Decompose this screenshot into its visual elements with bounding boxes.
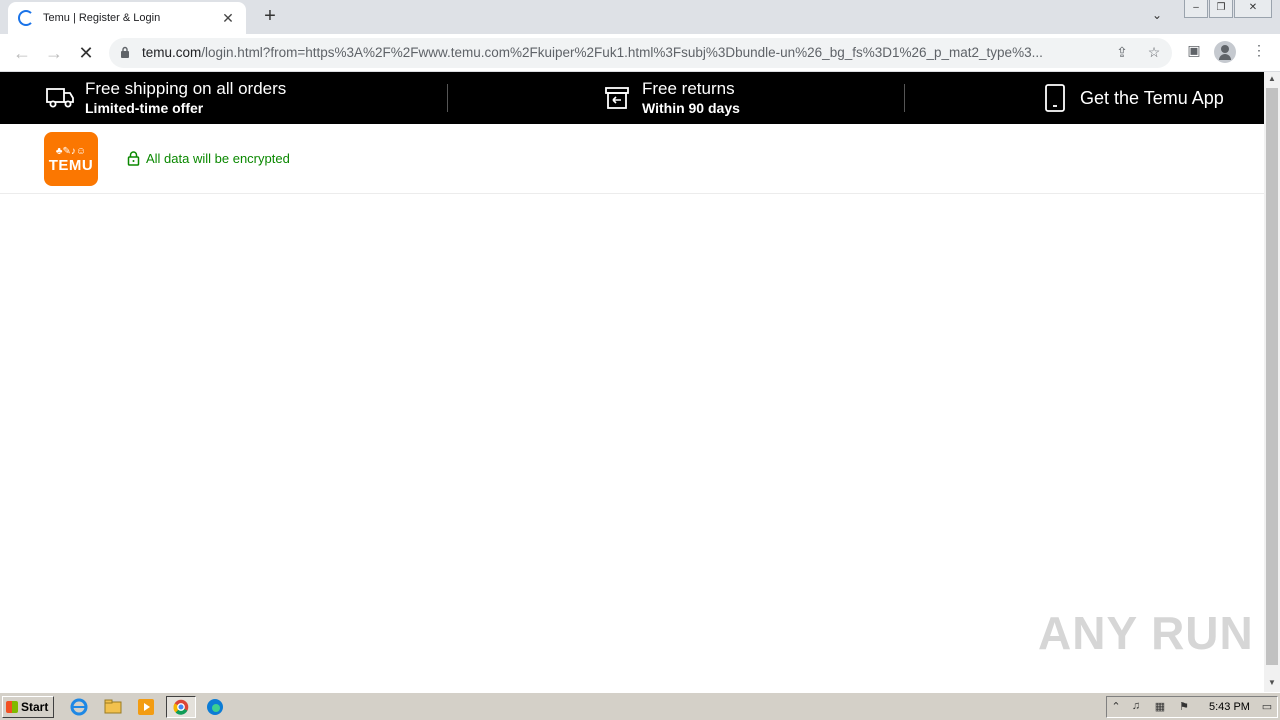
tab-close-icon[interactable]: ✕ — [220, 10, 236, 27]
encryption-notice: All data will be encrypted — [127, 151, 290, 166]
login-header: ♣✎♪☺ TEMU All data will be encrypted — [0, 124, 1264, 194]
close-window-icon[interactable]: ✕ — [1234, 0, 1272, 18]
lock-icon — [121, 46, 129, 58]
scrollbar-thumb[interactable] — [1266, 88, 1278, 665]
media-player-icon[interactable] — [135, 696, 157, 718]
clock[interactable]: 5:43 PM — [1209, 701, 1250, 713]
system-tray: ⌃ ♫ ▦ ⚑ 5:43 PM ▭ — [1106, 696, 1278, 718]
show-desktop-icon[interactable]: ▭ — [1260, 700, 1274, 714]
tab-search-chevron-icon[interactable]: ⌄ — [1152, 8, 1162, 22]
promo-bar: Free shipping on all orders Limited-time… — [0, 72, 1264, 124]
logo-wordmark: TEMU — [48, 157, 94, 174]
returns-subtitle: Within 90 days — [642, 100, 740, 116]
shipping-subtitle: Limited-time offer — [85, 100, 204, 116]
promo-shipping[interactable]: Free shipping on all orders Limited-time… — [44, 72, 286, 124]
internet-explorer-icon[interactable] — [68, 696, 90, 718]
restore-window-icon[interactable]: ❐ — [1209, 0, 1233, 18]
promo-divider — [904, 84, 905, 112]
start-button[interactable]: Start — [2, 696, 54, 718]
tab-strip: Temu | Register & Login ✕ + ⌄ – ❐ ✕ — [0, 0, 1280, 34]
side-panel-icon[interactable]: ▣ — [1183, 42, 1205, 64]
return-box-icon — [605, 87, 629, 109]
forward-button[interactable]: → — [42, 42, 66, 64]
url-host: temu.com — [142, 45, 202, 60]
tab-temu-login[interactable]: Temu | Register & Login ✕ — [8, 2, 246, 34]
vertical-scrollbar[interactable]: ▲ ▼ — [1264, 72, 1280, 692]
back-button[interactable]: ← — [10, 42, 34, 64]
get-app-label: Get the Temu App — [1080, 88, 1224, 108]
scroll-down-arrow-icon[interactable]: ▼ — [1264, 676, 1280, 690]
promo-returns[interactable]: Free returns Within 90 days — [604, 72, 740, 124]
page-viewport: Free shipping on all orders Limited-time… — [0, 72, 1264, 692]
browser-toolbar: ← → ✕ temu.com/login.html?from=https%3A%… — [0, 34, 1280, 72]
minimize-window-icon[interactable]: – — [1184, 0, 1208, 18]
volume-icon[interactable]: ♫ — [1129, 700, 1143, 714]
tab-title: Temu | Register & Login — [43, 12, 161, 24]
new-tab-button[interactable]: + — [259, 6, 281, 28]
profile-avatar[interactable] — [1214, 41, 1236, 63]
temu-logo[interactable]: ♣✎♪☺ TEMU — [44, 132, 98, 186]
url-text[interactable]: temu.com/login.html?from=https%3A%2F%2Fw… — [142, 45, 1100, 60]
menu-kebab-icon[interactable]: ⋮ — [1248, 42, 1270, 64]
action-center-flag-icon[interactable]: ⚑ — [1177, 700, 1191, 714]
phone-icon — [1045, 84, 1065, 112]
promo-divider — [447, 84, 448, 112]
returns-title: Free returns — [642, 79, 735, 98]
start-label: Start — [21, 700, 49, 714]
windows-flag-icon — [6, 701, 18, 713]
stop-loading-button[interactable]: ✕ — [74, 42, 98, 64]
url-path: /login.html?from=https%3A%2F%2Fwww.temu.… — [201, 45, 1043, 60]
encryption-text: All data will be encrypted — [146, 151, 290, 166]
padlock-icon — [127, 151, 140, 166]
truck-icon — [46, 88, 74, 108]
scroll-up-arrow-icon[interactable]: ▲ — [1264, 72, 1280, 86]
anyrun-watermark: ANY RUN — [1038, 607, 1254, 659]
tray-expand-icon[interactable]: ⌃ — [1109, 700, 1123, 714]
shipping-title: Free shipping on all orders — [85, 79, 287, 98]
chrome-icon[interactable] — [166, 696, 196, 718]
promo-get-app[interactable]: Get the Temu App — [1044, 72, 1224, 124]
file-explorer-icon[interactable] — [102, 696, 124, 718]
address-bar[interactable]: temu.com/login.html?from=https%3A%2F%2Fw… — [109, 38, 1172, 68]
share-icon[interactable]: ⇪ — [1112, 44, 1132, 62]
loading-spinner-icon — [18, 10, 34, 26]
taskbar: Start ⌃ ♫ ▦ ⚑ 5:43 PM ▭ — [0, 692, 1280, 720]
edge-icon[interactable] — [204, 696, 226, 718]
bookmark-star-icon[interactable]: ☆ — [1144, 44, 1164, 62]
network-icon[interactable]: ▦ — [1153, 700, 1167, 714]
